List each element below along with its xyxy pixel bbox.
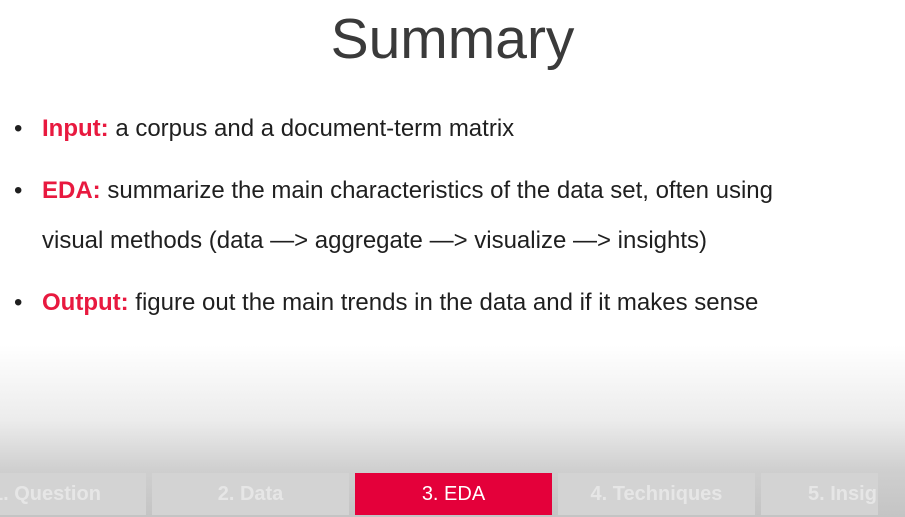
bullet-text: summarize the main characteristics of th… bbox=[107, 177, 773, 204]
bullet-list: • Input: a corpus and a document-term ma… bbox=[0, 104, 905, 340]
nav-tab-data[interactable]: 2. Data bbox=[152, 473, 349, 515]
bullet-keyword: EDA: bbox=[42, 177, 101, 204]
nav-tab-label: 5. Insights bbox=[808, 483, 878, 505]
nav-tab-label: 1. Question bbox=[0, 483, 101, 505]
nav-tab-question[interactable]: 1. Question bbox=[0, 473, 146, 515]
bullet-text: figure out the main trends in the data a… bbox=[135, 289, 759, 316]
nav-tab-label: 3. EDA bbox=[421, 483, 486, 505]
bullet-marker: • bbox=[14, 289, 23, 316]
nav-tab-label: 2. Data bbox=[217, 483, 284, 505]
bullet-marker: • bbox=[14, 115, 23, 142]
bullet-marker: • bbox=[14, 177, 23, 204]
slide-title: Summary bbox=[330, 7, 575, 71]
nav-tab-insights[interactable]: 5. Insights bbox=[761, 473, 878, 515]
bullet-text: a corpus and a document-term matrix bbox=[115, 115, 515, 142]
bullet-line: EDA: summarize the main characteristics … bbox=[42, 166, 899, 216]
bullet-keyword: Output: bbox=[42, 289, 129, 316]
bullet-eda: • EDA: summarize the main characteristic… bbox=[0, 166, 905, 266]
nav-tab-techniques[interactable]: 4. Techniques bbox=[558, 473, 755, 515]
bullet-line: Input: a corpus and a document-term matr… bbox=[42, 104, 899, 154]
bullet-line: Output: figure out the main trends in th… bbox=[42, 278, 899, 328]
bullet-input: • Input: a corpus and a document-term ma… bbox=[0, 104, 905, 154]
bullet-keyword: Input: bbox=[42, 115, 109, 142]
nav-tab-eda[interactable]: 3. EDA bbox=[355, 473, 552, 515]
nav-tab-label: 4. Techniques bbox=[590, 483, 723, 505]
section-navbar: 1. Question 2. Data 3. EDA 4. Techniques… bbox=[0, 473, 905, 515]
bullet-output: • Output: figure out the main trends in … bbox=[0, 278, 905, 328]
bullet-line-continued: visual methods (data —> aggregate —> vis… bbox=[42, 227, 708, 254]
slide: Summary • Input: a corpus and a document… bbox=[0, 0, 905, 517]
